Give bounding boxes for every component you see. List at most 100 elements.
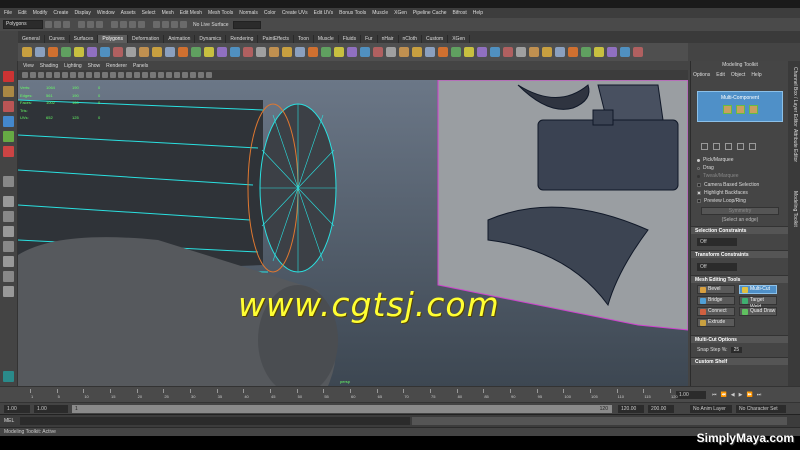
shelf-tab-animation[interactable]: Animation — [164, 35, 196, 43]
smooth-shade-icon[interactable] — [118, 72, 124, 78]
shelf-tool-icon[interactable] — [555, 47, 565, 57]
vertex-mode-icon[interactable] — [722, 105, 732, 114]
face-mode-icon[interactable] — [748, 105, 758, 114]
shelf-tool-icon[interactable] — [243, 47, 253, 57]
shelf-tab-deformation[interactable]: Deformation — [128, 35, 165, 43]
shelf-tool-icon[interactable] — [334, 47, 344, 57]
shelf-tool-icon[interactable] — [347, 47, 357, 57]
mel-label[interactable]: MEL — [4, 418, 14, 424]
menu-edit-mesh[interactable]: Edit Mesh — [180, 10, 202, 16]
shelf-tab-rendering[interactable]: Rendering — [226, 35, 259, 43]
menu-display[interactable]: Display — [74, 10, 90, 16]
multi-component-button[interactable]: Multi-Component — [697, 91, 783, 122]
viewport-menu-view[interactable]: View — [23, 63, 34, 69]
shelf-tool-icon[interactable] — [438, 47, 448, 57]
render-icon[interactable] — [162, 21, 169, 28]
menu-bonus-tools[interactable]: Bonus Tools — [339, 10, 366, 16]
snap-curve-icon[interactable] — [120, 21, 127, 28]
menu-modify[interactable]: Modify — [33, 10, 48, 16]
pick-marquee-option[interactable]: Pick/Marquee — [697, 157, 734, 163]
menu-normals[interactable]: Normals — [239, 10, 258, 16]
symmetry-field[interactable] — [232, 20, 261, 29]
shelf-tool-icon[interactable] — [386, 47, 396, 57]
history-icon[interactable] — [153, 21, 160, 28]
shelf-tool-icon[interactable] — [503, 47, 513, 57]
shelf-tool-icon[interactable] — [191, 47, 201, 57]
current-frame-field[interactable]: 1.00 — [676, 391, 706, 399]
four-pane-layout-icon[interactable] — [3, 196, 14, 207]
shelf-tool-icon[interactable] — [230, 47, 240, 57]
shelf-tool-icon[interactable] — [321, 47, 331, 57]
edge-mode-icon[interactable] — [735, 105, 745, 114]
viewport-menu-panels[interactable]: Panels — [133, 63, 148, 69]
ipr-render-icon[interactable] — [171, 21, 178, 28]
viewport-menu-lighting[interactable]: Lighting — [64, 63, 82, 69]
xray-icon[interactable] — [190, 72, 196, 78]
shelf-tool-icon[interactable] — [373, 47, 383, 57]
wireframe-icon[interactable] — [110, 72, 116, 78]
lasso-tool-icon[interactable] — [3, 86, 14, 97]
transform-constraints-dropdown[interactable]: Off — [697, 263, 737, 271]
shelf-tool-icon[interactable] — [295, 47, 305, 57]
go-to-start-icon[interactable]: ⏮ — [712, 392, 717, 398]
menu-select[interactable]: Select — [142, 10, 156, 16]
new-scene-icon[interactable] — [45, 21, 52, 28]
menu-set-dropdown[interactable]: Polygons — [3, 20, 43, 29]
select-by-component-icon[interactable] — [96, 21, 103, 28]
step-forward-icon[interactable]: ⏩ — [746, 392, 752, 398]
shelf-tool-icon[interactable] — [100, 47, 110, 57]
grid-icon[interactable] — [54, 72, 60, 78]
shelf-tab-muscle[interactable]: Muscle — [314, 35, 339, 43]
shelf-tool-icon[interactable] — [152, 47, 162, 57]
shelf-tool-icon[interactable] — [256, 47, 266, 57]
menu-edit[interactable]: Edit — [18, 10, 27, 16]
menu-window[interactable]: Window — [97, 10, 115, 16]
extrude-button[interactable]: Extrude — [697, 318, 735, 327]
viewport-menu-renderer[interactable]: Renderer — [106, 63, 127, 69]
camera-select-icon[interactable] — [22, 72, 28, 78]
isolate-select-icon[interactable] — [182, 72, 188, 78]
preview-loop-ring-checkbox[interactable]: Preview Loop/Ring — [697, 198, 746, 204]
film-gate-icon[interactable] — [62, 72, 68, 78]
play-forward-icon[interactable]: ▶ — [739, 392, 743, 398]
shelf-tool-icon[interactable] — [529, 47, 539, 57]
time-slider[interactable]: 1.00 ⏮ ⏪ ◀ ▶ ⏩ ⏭ 1 5 10 15 20 25 30 35 40 45 50 55 6… — [0, 386, 800, 402]
anti-aliasing-icon[interactable] — [174, 72, 180, 78]
shelf-tab-dynamics[interactable]: Dynamics — [195, 35, 227, 43]
field-chart-icon[interactable] — [86, 72, 92, 78]
tweak-select-icon[interactable] — [725, 143, 732, 150]
shelf-tool-icon[interactable] — [165, 47, 175, 57]
script-editor-icon[interactable] — [3, 371, 14, 382]
gate-mask-icon[interactable] — [78, 72, 84, 78]
menu-pipeline-cache[interactable]: Pipeline Cache — [413, 10, 447, 16]
shelf-tab-polygons[interactable]: Polygons — [98, 35, 128, 43]
shelf-tool-icon[interactable] — [61, 47, 71, 57]
camera-based-selection-checkbox[interactable]: Camera Based Selection — [697, 182, 759, 188]
shelf-tool-icon[interactable] — [217, 47, 227, 57]
shelf-tool-icon[interactable] — [620, 47, 630, 57]
live-surface-label[interactable]: No Live Surface — [193, 22, 229, 28]
shelf-tab-fur[interactable]: Fur — [361, 35, 378, 43]
menu-bifrost[interactable]: Bifrost — [453, 10, 467, 16]
shelf-tool-icon[interactable] — [360, 47, 370, 57]
shelf-tool-icon[interactable] — [113, 47, 123, 57]
shadows-icon[interactable] — [150, 72, 156, 78]
shelf-tool-icon[interactable] — [607, 47, 617, 57]
shelf-tab-custom[interactable]: Custom — [422, 35, 449, 43]
shelf-tool-icon[interactable] — [22, 47, 32, 57]
shelf-tool-icon[interactable] — [308, 47, 318, 57]
menu-help[interactable]: Help — [473, 10, 483, 16]
menu-file[interactable]: File — [4, 10, 12, 16]
side-tab-channel-box-layer-editor[interactable]: Channel Box / Layer Editor — [790, 67, 798, 127]
toolkit-menu-object[interactable]: Object — [731, 72, 745, 80]
shelf-tab-painteffects[interactable]: PaintEffects — [258, 35, 295, 43]
end-time-field[interactable]: 200.00 — [648, 405, 674, 413]
shelf-tool-icon[interactable] — [542, 47, 552, 57]
shelf-tab-curves[interactable]: Curves — [45, 35, 70, 43]
bevel-button[interactable]: Bevel — [697, 285, 735, 294]
transform-constraints-header[interactable]: Transform Constraints — [691, 250, 789, 258]
symmetry-button[interactable]: Symmetry — [701, 207, 779, 215]
shelf-tab-xgen[interactable]: XGen — [448, 35, 471, 43]
wireframe-on-shaded-icon[interactable] — [126, 72, 132, 78]
image-plane-icon[interactable] — [46, 72, 52, 78]
